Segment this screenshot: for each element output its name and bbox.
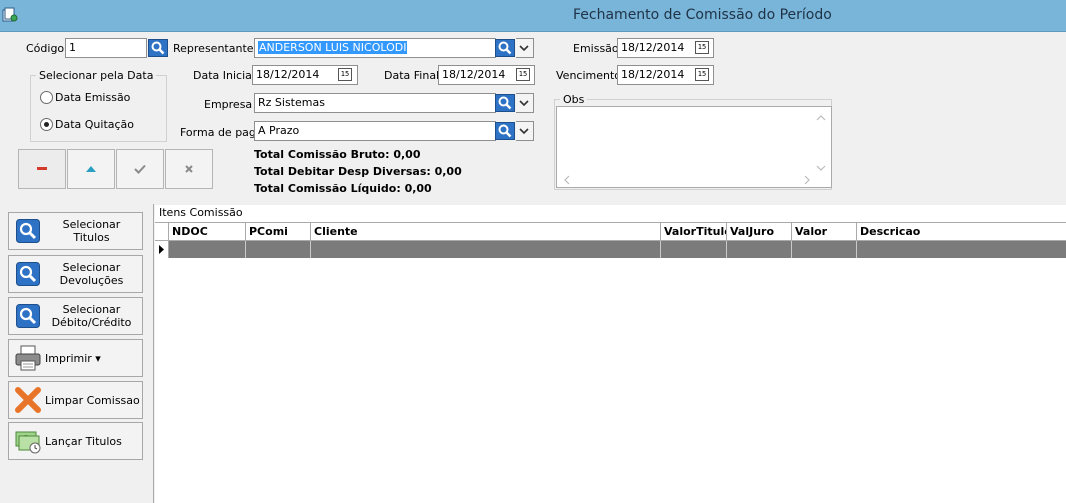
empresa-dropdown-button[interactable]: [516, 93, 534, 113]
row-pointer-icon: [159, 245, 164, 254]
search-icon: [16, 304, 40, 328]
confirm-button[interactable]: [116, 149, 164, 189]
chevron-down-icon: [519, 100, 529, 107]
date-selection-group: [30, 75, 167, 142]
row-indicator: [155, 241, 169, 258]
app-icon: [2, 7, 18, 23]
table-cell[interactable]: [311, 241, 661, 258]
column-header-valortitulo[interactable]: ValorTitulo: [661, 223, 727, 241]
obs-scrollbar[interactable]: [815, 111, 827, 181]
table-cell[interactable]: [246, 241, 311, 258]
lancar-titulos-label: Lançar Titulos: [45, 434, 122, 448]
obs-label: Obs: [560, 93, 588, 106]
forma-pag-search-button[interactable]: [495, 122, 515, 140]
selecionar-devolucoes-button[interactable]: Selecionar Devoluções: [8, 255, 143, 293]
radio-data-quitacao[interactable]: [40, 118, 53, 131]
up-triangle-icon: [86, 166, 96, 172]
data-final-calendar-icon[interactable]: 15: [516, 68, 530, 81]
limpar-comissao-button[interactable]: Limpar Comissao: [8, 381, 143, 419]
data-inicial-calendar-icon[interactable]: 15: [338, 68, 352, 81]
column-header-descricao[interactable]: Descricao: [857, 223, 1066, 241]
search-icon: [498, 41, 512, 55]
data-inicial-label: Data Inicial: [193, 69, 255, 82]
radio-data-quitacao-label: Data Quitação: [55, 118, 135, 131]
forma-pag-label: Forma de pag: [180, 126, 256, 139]
total-comissao-bruto: Total Comissão Bruto: 0,00: [254, 148, 421, 161]
empresa-search-button[interactable]: [495, 94, 515, 112]
table-cell[interactable]: [857, 241, 1066, 258]
column-header-cliente[interactable]: Cliente: [311, 223, 661, 241]
representante-search-button[interactable]: [495, 39, 515, 57]
representante-dropdown-button[interactable]: [516, 38, 534, 58]
grid-indicator-header: [155, 223, 169, 241]
data-final-label: Data Final: [384, 69, 440, 82]
search-icon: [498, 96, 512, 110]
minus-icon: [37, 167, 47, 170]
table-row[interactable]: [155, 241, 1066, 258]
search-icon: [16, 262, 40, 286]
empresa-field[interactable]: Rz Sistemas: [254, 93, 496, 113]
limpar-comissao-label: Limpar Comissao: [45, 393, 140, 407]
table-cell[interactable]: [661, 241, 727, 258]
forma-pag-field[interactable]: A Prazo: [254, 121, 496, 141]
selecionar-titulos-button[interactable]: Selecionar Titulos: [8, 212, 143, 250]
vencimento-label: Vencimento: [556, 69, 622, 82]
delete-record-button[interactable]: [18, 149, 66, 189]
table-cell[interactable]: [792, 241, 857, 258]
table-cell[interactable]: [169, 241, 246, 258]
obs-horizontal-scrollbar[interactable]: [561, 174, 811, 186]
table-cell[interactable]: [727, 241, 792, 258]
chevron-down-icon: [519, 45, 529, 52]
search-icon: [498, 124, 512, 138]
x-icon: [185, 165, 193, 173]
codigo-label: Código: [26, 42, 65, 55]
selecionar-devolucoes-label: Selecionar Devoluções: [59, 261, 124, 287]
selecionar-debito-credito-button[interactable]: Selecionar Débito/Crédito: [8, 297, 143, 335]
column-header-ndoc[interactable]: NDOC: [169, 223, 246, 241]
representante-field[interactable]: ANDERSON LUIS NICOLODI: [254, 38, 496, 58]
window-title: Fechamento de Comissão do Período: [573, 7, 832, 23]
printer-icon: [15, 345, 41, 371]
clear-x-icon: [15, 387, 41, 413]
date-selection-legend: Selecionar pela Data: [36, 69, 157, 82]
emissao-label: Emissão: [573, 42, 619, 55]
money-icon: [15, 431, 41, 454]
total-debitar-desp: Total Debitar Desp Diversas: 0,00: [254, 165, 462, 178]
grid-header: NDOC PComi Cliente ValorTitulo ValJuro V…: [155, 222, 1066, 241]
codigo-field[interactable]: 1: [65, 38, 147, 58]
insert-record-button[interactable]: [67, 149, 115, 189]
column-header-valor[interactable]: Valor: [792, 223, 857, 241]
check-icon: [134, 164, 146, 174]
codigo-search-button[interactable]: [148, 39, 168, 57]
obs-textarea[interactable]: [556, 106, 832, 188]
selecionar-titulos-label: Selecionar Titulos: [62, 218, 121, 244]
emissao-calendar-icon[interactable]: 15: [695, 41, 709, 54]
total-comissao-liquido: Total Comissão Líquido: 0,00: [254, 182, 432, 195]
title-bar: [0, 0, 1066, 32]
selecionar-debito-credito-label: Selecionar Débito/Crédito: [51, 303, 132, 329]
empresa-label: Empresa: [204, 98, 253, 111]
radio-data-emissao[interactable]: [40, 91, 53, 104]
representante-label: Representante: [173, 42, 254, 55]
vencimento-calendar-icon[interactable]: 15: [695, 68, 709, 81]
cancel-button[interactable]: [165, 149, 213, 189]
chevron-down-icon: [519, 128, 529, 135]
search-icon: [16, 219, 40, 243]
grid-caption: Itens Comissão: [159, 206, 243, 219]
imprimir-button[interactable]: Imprimir ▾: [8, 339, 143, 377]
forma-pag-dropdown-button[interactable]: [516, 121, 534, 141]
column-header-pcomi[interactable]: PComi: [246, 223, 311, 241]
column-header-valjuro[interactable]: ValJuro: [727, 223, 792, 241]
search-icon: [151, 41, 165, 55]
radio-data-emissao-label: Data Emissão: [55, 91, 131, 104]
imprimir-label: Imprimir ▾: [45, 351, 101, 365]
lancar-titulos-button[interactable]: Lançar Titulos: [8, 422, 143, 460]
